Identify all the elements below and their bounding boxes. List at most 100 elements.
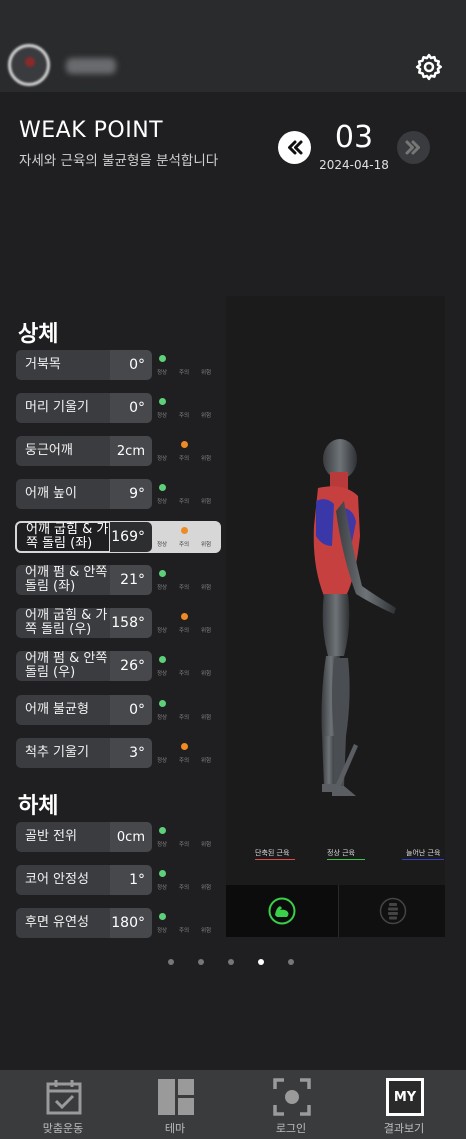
- page-dot[interactable]: [288, 959, 294, 965]
- metric-row[interactable]: 어깨 높이 9° 정상 주의 위험: [16, 479, 221, 509]
- status-label-danger: 위험: [200, 628, 212, 634]
- status-label-danger: 위험: [200, 758, 212, 764]
- status-label-caution: 주의: [178, 370, 190, 376]
- status-indicator: 정상 주의 위험: [156, 565, 220, 595]
- status-label-normal: 정상: [156, 585, 168, 591]
- metric-label: 어깨 펌 & 안쪽 돌림 (우): [16, 651, 110, 681]
- nav-item-custom-exercise[interactable]: 맞춤운동: [18, 1070, 108, 1139]
- status-indicator: 정상 주의 위험: [156, 695, 220, 725]
- status-label-danger: 위험: [200, 370, 212, 376]
- status-indicator: 정상 주의 위험: [156, 651, 220, 681]
- status-label-danger: 위험: [200, 413, 212, 419]
- page-dot[interactable]: [258, 959, 264, 965]
- legend-lengthened-muscle: 늘어난 근육: [406, 849, 441, 857]
- metric-label: 어깨 굽힘 & 가쪽 돌림 (좌): [16, 522, 110, 552]
- view-toggle: [226, 885, 445, 937]
- metric-label: 어깨 굽힘 & 가쪽 돌림 (우): [16, 608, 110, 638]
- metric-value: 3°: [110, 738, 152, 768]
- status-label-caution: 주의: [178, 758, 190, 764]
- page-dot[interactable]: [228, 959, 234, 965]
- metric-value: 0cm: [110, 822, 152, 852]
- metric-label: 둥근어깨: [16, 436, 110, 466]
- status-label-danger: 위험: [200, 928, 212, 934]
- legend-normal-line: [327, 859, 365, 860]
- status-label-normal: 정상: [156, 928, 168, 934]
- metric-value: 0°: [110, 350, 152, 380]
- metric-row[interactable]: 머리 기울기 0° 정상 주의 위험: [16, 393, 221, 423]
- metric-label: 거북목: [16, 350, 110, 380]
- metric-label: 어깨 펌 & 안쪽 돌림 (좌): [16, 565, 110, 595]
- metric-row[interactable]: 어깨 불균형 0° 정상 주의 위험: [16, 695, 221, 725]
- metric-value: 21°: [110, 565, 152, 595]
- nav-item-theme[interactable]: 테마: [130, 1070, 220, 1139]
- status-label-normal: 정상: [156, 758, 168, 764]
- metric-value: 2cm: [110, 436, 152, 466]
- metric-row[interactable]: 코어 안정성 1° 정상 주의 위험: [16, 865, 221, 895]
- scan-frame-icon: [273, 1078, 311, 1116]
- avatar-image: [25, 57, 35, 67]
- metric-row[interactable]: 척추 기울기 3° 정상 주의 위험: [16, 738, 221, 768]
- metric-value: 26°: [110, 651, 152, 681]
- metric-row[interactable]: 어깨 굽힘 & 가쪽 돌림 (좌) 169° 정상 주의 위험: [15, 521, 351, 553]
- status-label-danger: 위험: [200, 499, 212, 505]
- legend-normal-muscle: 정상 근육: [327, 849, 355, 857]
- status-dot-normal: [159, 398, 166, 405]
- metric-label: 어깨 불균형: [16, 695, 110, 725]
- metric-label: 어깨 높이: [16, 479, 110, 509]
- status-label-caution: 주의: [178, 413, 190, 419]
- status-label-normal: 정상: [156, 456, 168, 462]
- status-indicator: 정상 주의 위험: [156, 865, 220, 895]
- page-subtitle: 자세와 근육의 불균형을 분석합니다: [19, 153, 219, 169]
- status-indicator: 정상 주의 위험: [156, 608, 220, 638]
- muscle-view-button[interactable]: [226, 885, 339, 937]
- body-model-panel[interactable]: 단축된 근육 정상 근육 늘어난 근육: [226, 296, 445, 937]
- metric-row[interactable]: 둥근어깨 2cm 정상 주의 위험: [16, 436, 221, 466]
- previous-button[interactable]: [278, 131, 311, 164]
- status-indicator: 정상 주의 위험: [156, 436, 220, 466]
- muscle-body-figure: [313, 439, 396, 796]
- metric-row[interactable]: 어깨 펌 & 안쪽 돌림 (좌) 21° 정상 주의 위험: [16, 565, 221, 595]
- grid-layout-icon: [158, 1079, 194, 1115]
- nav-item-results[interactable]: MY 결과보기: [359, 1070, 449, 1139]
- status-indicator: 정상 주의 위험: [156, 350, 220, 380]
- status-label-caution: 주의: [178, 842, 190, 848]
- status-label-normal: 정상: [156, 542, 168, 548]
- page-dot[interactable]: [198, 959, 204, 965]
- next-button[interactable]: [397, 131, 430, 164]
- metric-value: 169°: [110, 522, 152, 552]
- status-indicator: 정상 주의 위험: [156, 393, 220, 423]
- metric-label: 머리 기울기: [16, 393, 110, 423]
- status-dot-caution: [181, 743, 188, 750]
- result-date: 2024-04-18: [319, 158, 389, 172]
- nav-label: 맞춤운동: [42, 1122, 84, 1135]
- status-indicator: 정상 주의 위험: [156, 522, 351, 552]
- flexed-arm-icon: [268, 897, 296, 925]
- legend-shortened-line: [255, 859, 295, 860]
- gear-icon[interactable]: [414, 52, 444, 82]
- skeleton-view-button[interactable]: [340, 885, 445, 937]
- metric-value: 1°: [110, 865, 152, 895]
- status-label-normal: 정상: [156, 885, 168, 891]
- nav-label: 결과보기: [383, 1122, 425, 1135]
- avatar[interactable]: [8, 44, 50, 86]
- metric-row[interactable]: 어깨 굽힘 & 가쪽 돌림 (우) 158° 정상 주의 위험: [16, 608, 221, 638]
- metric-row[interactable]: 어깨 펌 & 안쪽 돌림 (우) 26° 정상 주의 위험: [16, 651, 221, 681]
- status-label-danger: 위험: [200, 542, 212, 548]
- metric-value: 0°: [110, 695, 152, 725]
- status-indicator: 정상 주의 위험: [156, 738, 220, 768]
- status-label-caution: 주의: [178, 928, 190, 934]
- metric-row[interactable]: 거북목 0° 정상 주의 위험: [16, 350, 221, 380]
- nav-item-login[interactable]: 로그인: [246, 1070, 336, 1139]
- metric-row[interactable]: 골반 전위 0cm 정상 주의 위험: [16, 822, 221, 852]
- page-title: WEAK POINT: [19, 118, 164, 143]
- status-label-caution: 주의: [178, 542, 190, 548]
- status-label-normal: 정상: [156, 715, 168, 721]
- metric-row[interactable]: 후면 유연성 180° 정상 주의 위험: [16, 908, 221, 938]
- status-label-caution: 주의: [178, 456, 190, 462]
- status-indicator: 정상 주의 위험: [156, 479, 220, 509]
- status-label-normal: 정상: [156, 671, 168, 677]
- metric-value: 9°: [110, 479, 152, 509]
- metric-value: 180°: [110, 908, 152, 938]
- username-blurred: [66, 58, 116, 74]
- page-dot[interactable]: [168, 959, 174, 965]
